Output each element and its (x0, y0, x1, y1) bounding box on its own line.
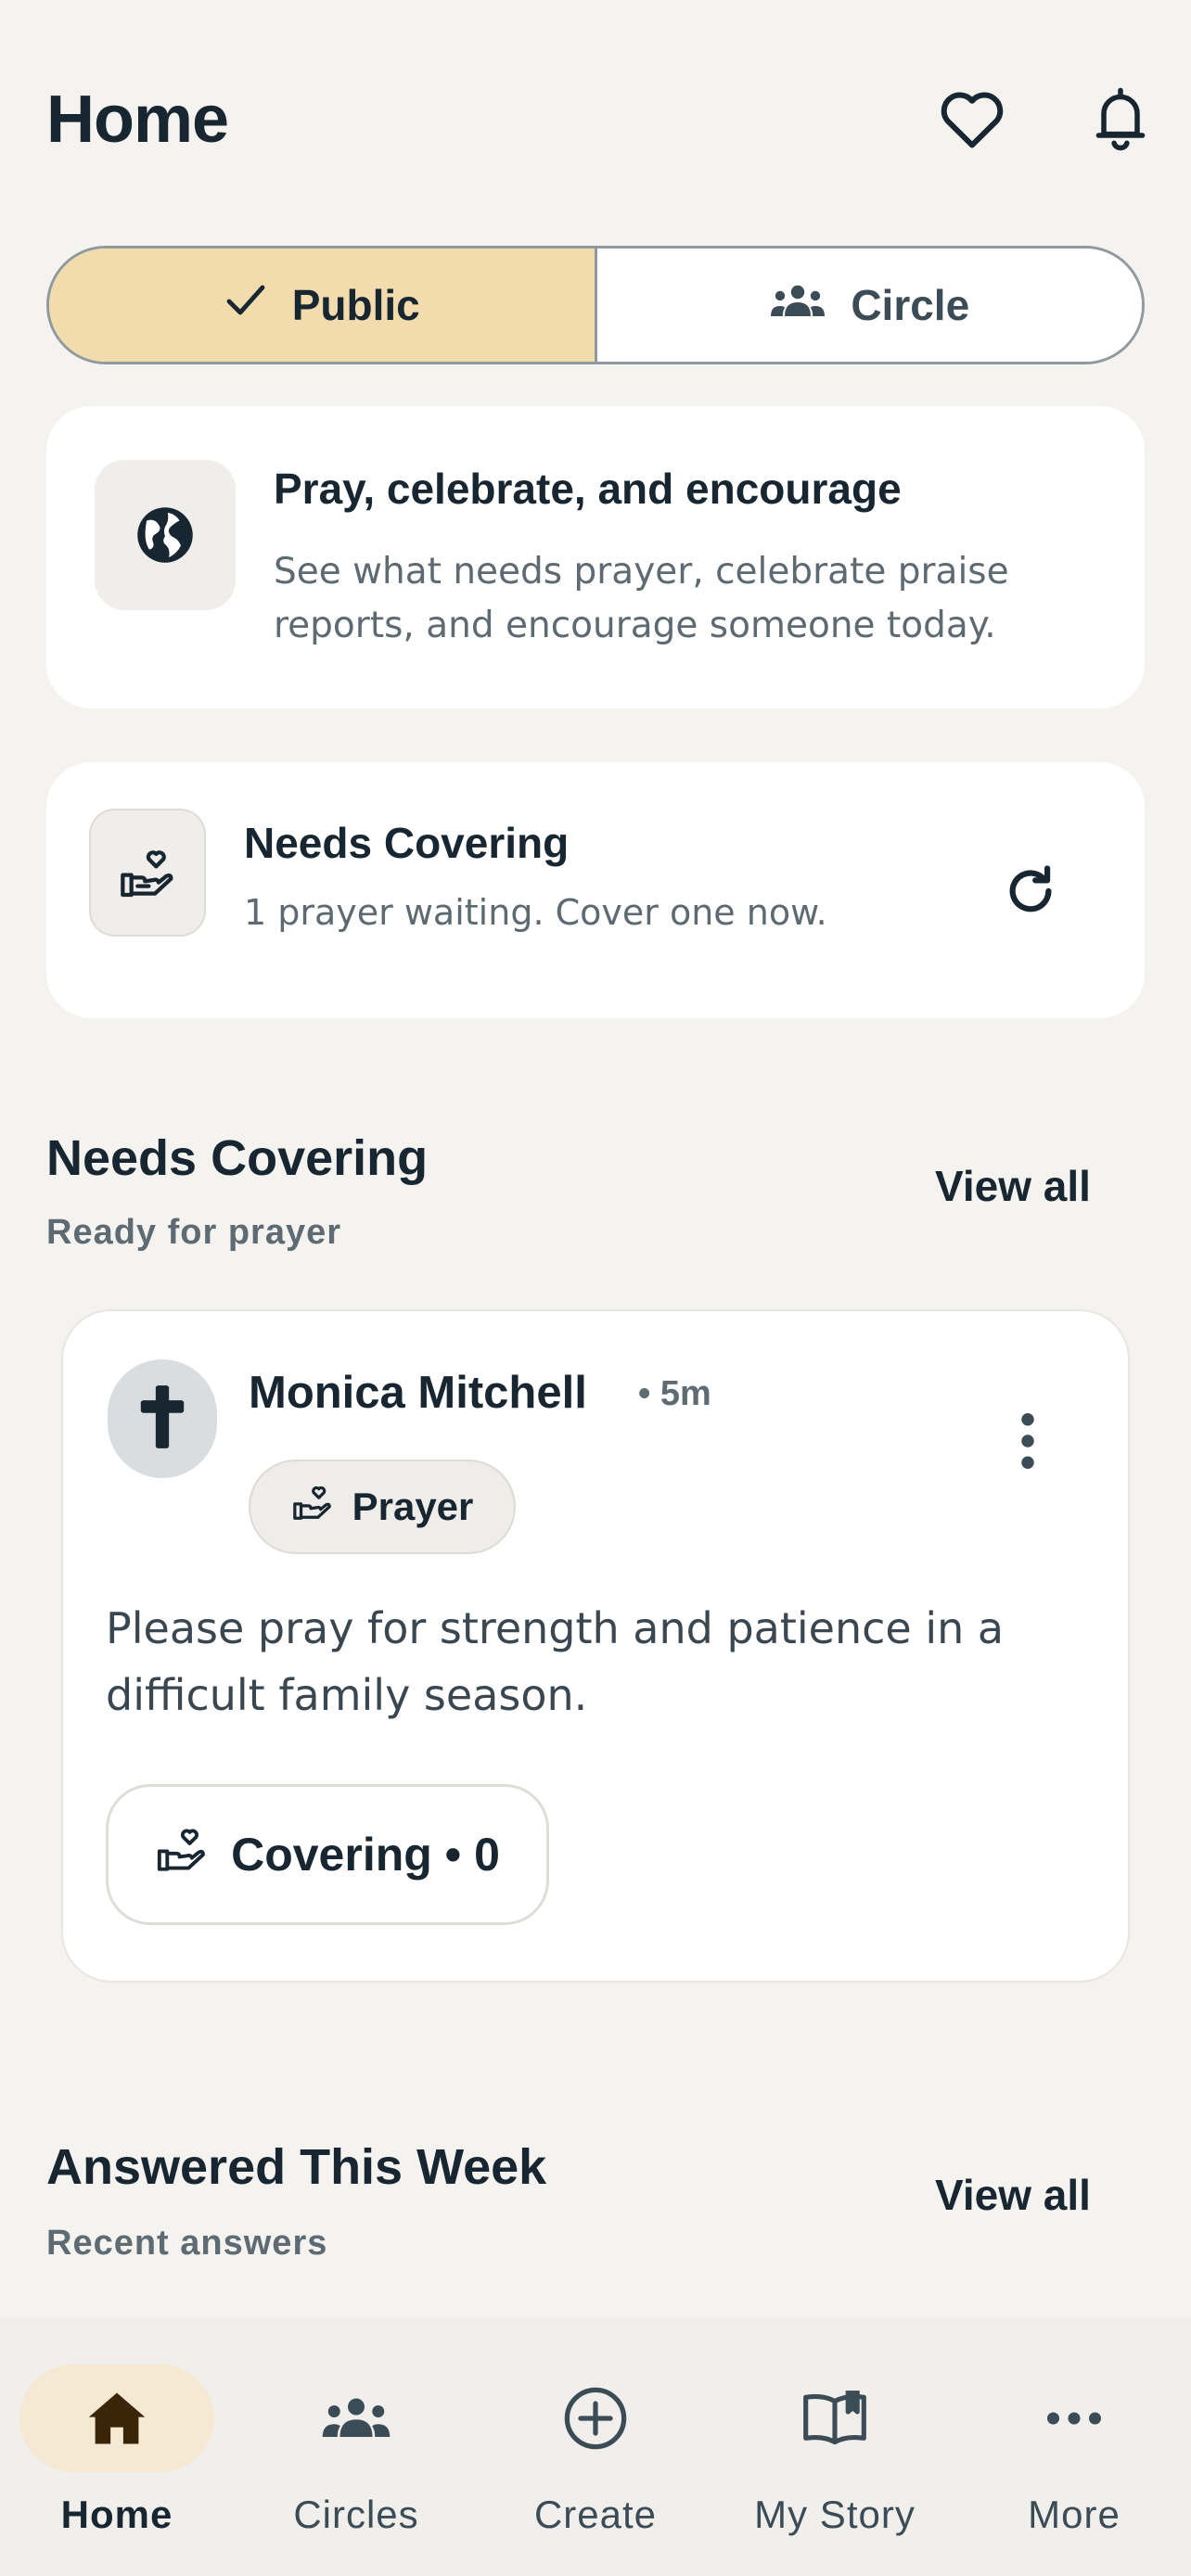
nav-my-story-label: My Story (754, 2493, 916, 2536)
nav-home[interactable]: Home (15, 2365, 219, 2537)
segment-public[interactable]: Public (49, 249, 597, 362)
intro-title: Pray, celebrate, and encourage (274, 465, 902, 513)
nav-home-label: Home (60, 2493, 173, 2536)
more-icon (977, 2365, 1172, 2472)
heart-icon[interactable] (937, 83, 1007, 154)
nav-circles[interactable]: Circles (254, 2365, 458, 2537)
segment-circle[interactable]: Circle (596, 249, 1142, 362)
post-body: Please pray for strength and patience in… (106, 1603, 1005, 1720)
needs-section-subtitle: Ready for prayer (46, 1213, 342, 1252)
bell-icon[interactable] (1085, 83, 1156, 154)
answered-section-subtitle: Recent answers (46, 2224, 328, 2263)
cross-icon (139, 1384, 186, 1455)
needs-card-title: Needs Covering (244, 819, 570, 867)
people-icon (769, 280, 826, 330)
post-author[interactable]: Monica Mitchell (249, 1367, 587, 1419)
nav-create-label: Create (533, 2493, 658, 2536)
needs-section-title: Needs Covering (46, 1130, 429, 1186)
check-icon (224, 280, 268, 331)
more-options-icon[interactable] (1000, 1404, 1056, 1478)
page-title: Home (46, 83, 229, 157)
plus-circle-icon (498, 2365, 693, 2472)
praying-hand-heart-icon (89, 809, 206, 937)
intro-card: Pray, celebrate, and encourage See what … (46, 406, 1145, 708)
covering-button[interactable]: Covering • 0 (106, 1784, 549, 1925)
post-time: • 5m (638, 1374, 711, 1413)
visibility-segment: Public Circle (46, 246, 1145, 364)
header: Home (0, 0, 1191, 232)
book-icon (737, 2365, 932, 2472)
people-icon (259, 2365, 454, 2472)
nav-more[interactable]: More (972, 2365, 1176, 2537)
refresh-icon[interactable] (992, 853, 1069, 929)
segment-public-label: Public (291, 281, 420, 329)
needs-view-all-link[interactable]: View all (935, 1161, 1091, 1211)
needs-covering-card[interactable]: Needs Covering 1 prayer waiting. Cover o… (46, 762, 1145, 1018)
answered-section-title: Answered This Week (46, 2139, 547, 2195)
post-tag: Prayer (249, 1460, 516, 1554)
covering-button-label: Covering • 0 (231, 1829, 500, 1881)
needs-card-subtitle: 1 prayer waiting. Cover one now. (244, 892, 827, 933)
globe-icon (95, 460, 236, 610)
intro-description: See what needs prayer, celebrate praise … (274, 551, 1009, 646)
post-card[interactable]: Monica Mitchell • 5m Prayer Please pray … (61, 1309, 1130, 1983)
nav-circles-label: Circles (293, 2493, 419, 2536)
praying-hand-heart-icon (291, 1481, 334, 1533)
nav-my-story[interactable]: My Story (733, 2365, 937, 2537)
bottom-nav: Home Circles Create My Story More (0, 2318, 1191, 2576)
avatar[interactable] (108, 1359, 217, 1478)
praying-hand-heart-icon (155, 1822, 209, 1887)
nav-more-label: More (1028, 2493, 1121, 2536)
post-tag-label: Prayer (352, 1485, 474, 1528)
answered-view-all-link[interactable]: View all (935, 2170, 1091, 2220)
segment-circle-label: Circle (851, 281, 970, 329)
nav-create[interactable]: Create (493, 2365, 698, 2537)
home-icon (19, 2365, 214, 2472)
